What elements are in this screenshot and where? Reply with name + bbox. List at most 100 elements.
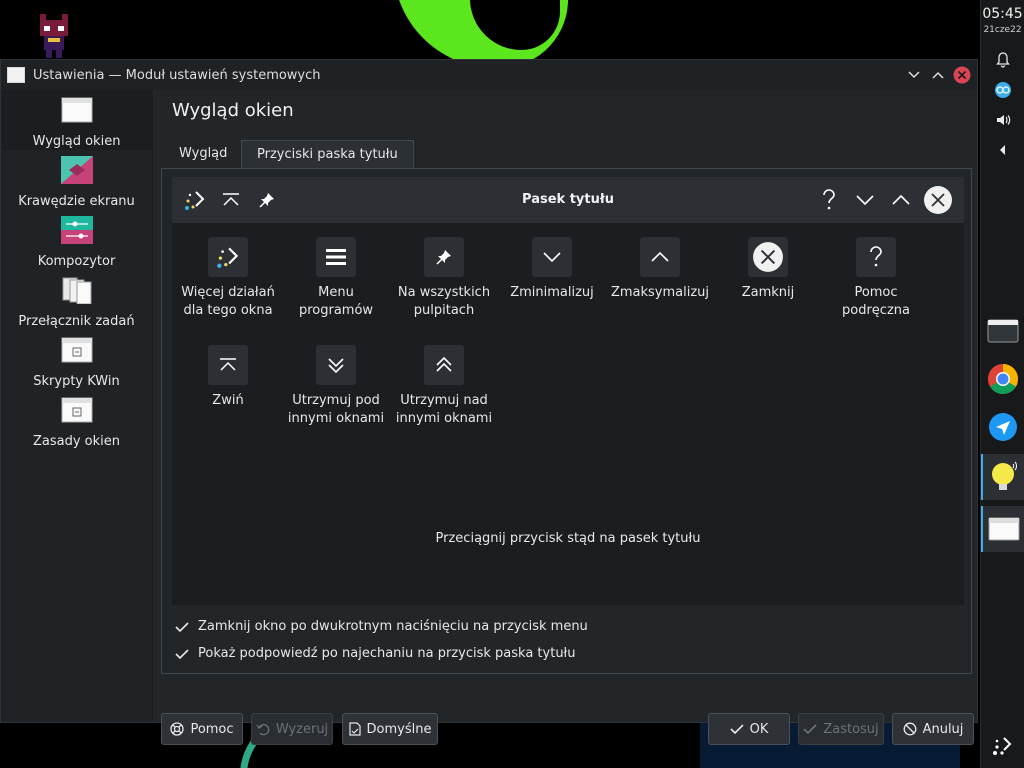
help-icon <box>823 189 835 210</box>
button-tile-keep-above[interactable]: Utrzymuj nad innymi oknami <box>390 345 498 428</box>
task-switcher-icon <box>62 277 91 305</box>
pixel-character-icon <box>40 14 68 58</box>
button-tile-shade[interactable]: Zwiń <box>174 345 282 410</box>
tab-label: Przyciski paska tytułu <box>257 147 398 162</box>
preview-maximize-button[interactable] <box>888 187 914 213</box>
ok-button-label: OK <box>749 721 769 737</box>
close-window-button[interactable] <box>951 64 973 86</box>
tab-label: Wygląd <box>179 146 228 161</box>
preview-help-button[interactable] <box>816 187 842 213</box>
button-tile-help[interactable]: Pomoc podręczna <box>822 237 930 320</box>
help-lifebuoy-icon <box>170 722 185 736</box>
network-icon[interactable] <box>981 75 1024 105</box>
button-tile-menu[interactable]: Menu programów <box>282 237 390 320</box>
help-button[interactable]: Pomoc <box>161 713 243 745</box>
maximize-icon <box>892 194 910 205</box>
minimize-icon <box>856 195 874 206</box>
cancel-button[interactable]: Anuluj <box>892 713 974 745</box>
sidebar: Wygląd okien Krawędzie ekranu Kompozytor… <box>1 90 152 722</box>
sidebar-item-label: Skrypty KWin <box>33 374 120 389</box>
menu-icon <box>326 249 346 265</box>
reset-button-label: Wyzeruj <box>275 721 329 737</box>
titlebar-buttons-panel: Pasek tytułu Więcej działań dla tego okn… <box>161 168 972 674</box>
available-buttons-area[interactable]: Więcej działań dla tego okna Menu progra… <box>172 223 964 605</box>
expand-tray-arrow-icon[interactable] <box>981 135 1024 165</box>
button-tile-label: Zmaksymalizuj <box>610 285 710 300</box>
button-tile-label: Więcej działań dla tego okna <box>181 285 275 318</box>
button-tile-keep-below[interactable]: Utrzymuj pod innymi oknami <box>282 345 390 428</box>
window-decoration-icon <box>61 97 92 123</box>
document-defaults-icon <box>348 722 361 736</box>
button-tile-label: Pomoc podręczna <box>842 285 910 318</box>
sidebar-item-window-decorations[interactable]: Wygląd okien <box>1 90 152 150</box>
sidebar-item-label: Zasady okien <box>32 434 121 449</box>
minimize-icon <box>543 252 561 263</box>
window-title: Ustawienia — Moduł ustawień systemowych <box>33 67 321 83</box>
page-title: Wygląd okien <box>172 100 294 121</box>
button-tile-all-desktops[interactable]: Na wszystkich pulpitach <box>390 237 498 320</box>
cancel-icon <box>903 722 917 736</box>
sidebar-item-label: Przełącznik zadań <box>18 314 135 329</box>
sidebar-item-window-rules[interactable]: Zasady okien <box>1 390 152 450</box>
ok-button[interactable]: OK <box>708 713 790 745</box>
checkmark-icon <box>175 621 189 632</box>
task-discover[interactable] <box>981 404 1024 450</box>
clock-date: 21cze22 <box>983 25 1022 35</box>
defaults-button-label: Domyślne <box>366 721 432 737</box>
preview-close-button[interactable] <box>922 184 954 216</box>
kwin-scripts-icon <box>61 337 92 363</box>
button-tile-label: Na wszystkich pulpitach <box>397 285 491 318</box>
sidebar-item-label: Krawędzie ekranu <box>18 194 135 209</box>
reset-button[interactable]: Wyzeruj <box>251 713 333 745</box>
close-icon <box>924 186 952 214</box>
task-terminal[interactable] <box>981 308 1024 354</box>
titlebar-preview[interactable]: Pasek tytułu <box>172 177 964 223</box>
compositor-icon <box>60 216 93 244</box>
main-content: Wygląd okien Wygląd Przyciski paska tytu… <box>153 90 977 745</box>
notifications-bell-icon[interactable] <box>981 45 1024 75</box>
discover-icon <box>989 413 1017 441</box>
maximize-button[interactable] <box>927 64 949 86</box>
sidebar-item-label: Wygląd okien <box>32 134 121 149</box>
tab-titlebar-buttons[interactable]: Przyciski paska tytułu <box>241 140 414 168</box>
chrome-icon <box>987 364 1019 395</box>
option-label: Pokaż podpowiedź po najechaniu na przyci… <box>198 646 576 661</box>
sidebar-item-task-switcher[interactable]: Przełącznik zadań <box>1 270 152 330</box>
button-tile-maximize[interactable]: Zmaksymalizuj <box>606 237 714 302</box>
app-window-icon <box>7 67 25 83</box>
button-tile-close[interactable]: Zamknij <box>714 237 822 302</box>
sidebar-item-label: Kompozytor <box>37 254 116 269</box>
window-rules-icon <box>61 397 92 423</box>
option-show-tooltips[interactable]: Pokaż podpowiedź po najechaniu na przyci… <box>174 646 576 661</box>
screen-edges-icon <box>60 156 93 184</box>
tab-bar: Wygląd Przyciski paska tytułu <box>153 140 977 168</box>
defaults-button[interactable]: Domyślne <box>342 713 438 745</box>
sidebar-item-screen-edges[interactable]: Krawędzie ekranu <box>1 150 152 210</box>
close-icon <box>753 242 783 272</box>
sidebar-item-kwin-scripts[interactable]: Skrypty KWin <box>1 330 152 390</box>
apply-button-label: Zastosuj <box>823 721 879 737</box>
kde-menu-icon[interactable] <box>981 730 1024 760</box>
button-tile-label: Menu programów <box>298 285 374 318</box>
clock[interactable]: 05:45 21cze22 <box>981 0 1024 35</box>
keep-below-icon <box>328 358 344 374</box>
task-kdeconnect[interactable] <box>981 454 1024 500</box>
apply-button[interactable]: Zastosuj <box>798 713 884 745</box>
button-tile-label: Zwiń <box>212 393 244 408</box>
button-tile-more-actions[interactable]: Więcej działań dla tego okna <box>174 237 282 320</box>
tab-appearance[interactable]: Wygląd <box>164 140 242 168</box>
settings-window: Ustawienia — Moduł ustawień systemowych … <box>0 59 978 745</box>
task-chrome[interactable] <box>981 356 1024 402</box>
button-tile-label: Utrzymuj pod innymi oknami <box>287 393 385 426</box>
drag-hint-text: Przeciągnij przycisk stąd na pasek tytuł… <box>435 531 701 546</box>
minimize-button[interactable] <box>903 64 925 86</box>
button-tile-minimize[interactable]: Zminimalizuj <box>498 237 606 302</box>
window-icon <box>988 517 1020 541</box>
close-icon <box>953 66 971 84</box>
volume-icon[interactable] <box>981 105 1024 135</box>
preview-minimize-button[interactable] <box>852 187 878 213</box>
sidebar-item-compositor[interactable]: Kompozytor <box>1 210 152 270</box>
window-titlebar[interactable]: Ustawienia — Moduł ustawień systemowych <box>1 60 977 90</box>
option-close-on-double-click[interactable]: Zamknij okno po dwukrotnym naciśnięciu n… <box>174 619 588 634</box>
task-system-settings[interactable] <box>981 506 1024 552</box>
